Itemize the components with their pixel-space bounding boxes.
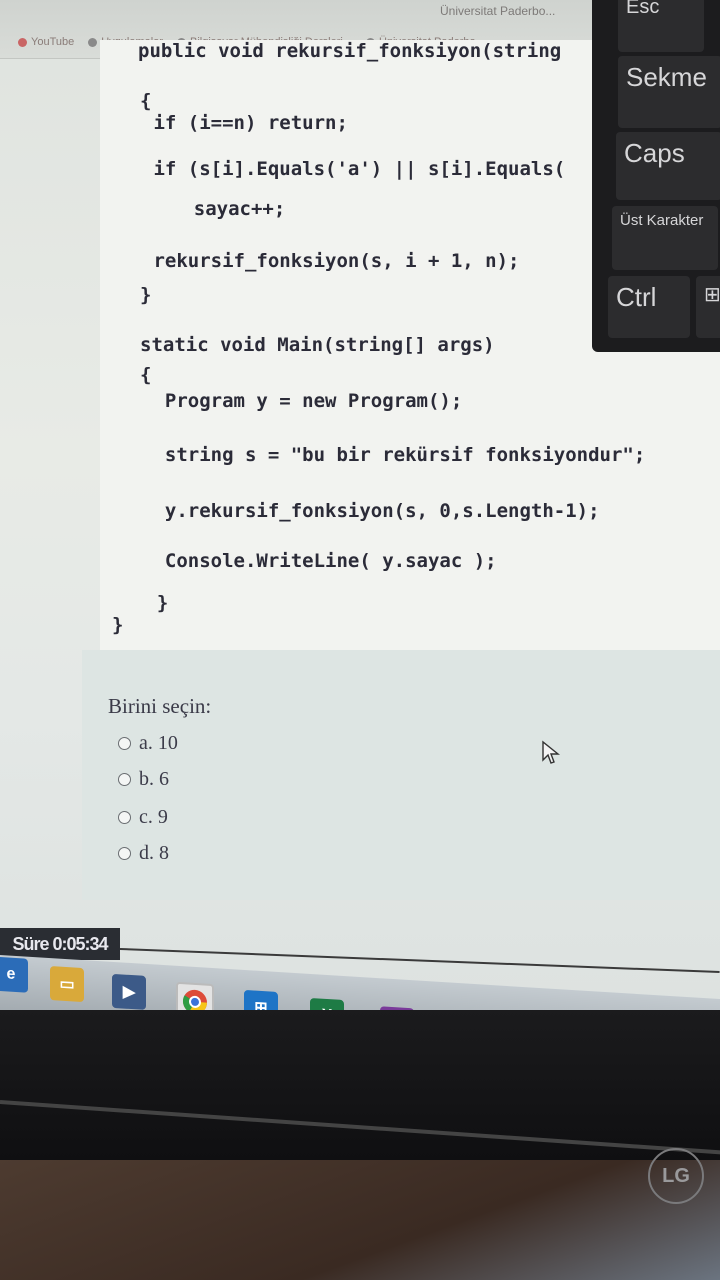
code-line: y.rekursif_fonksiyon(s, 0,s.Length-1); [142, 500, 600, 522]
option-c[interactable]: c. 9 [118, 806, 168, 829]
code-line: string s = "bu bir rekürsif fonksiyondur… [142, 444, 646, 466]
media-player-icon[interactable]: ▶ [112, 973, 146, 1010]
key-shift[interactable]: Üst Karakter [612, 206, 718, 270]
option-label: b. 6 [139, 768, 169, 790]
question-prompt: Birini seçin: [108, 694, 212, 718]
monitor-screen: Üniversitat Paderbo... YouTube Uygulamal… [0, 0, 720, 1010]
chrome-icon[interactable] [176, 981, 214, 1010]
code-line: public void rekursif_fonksiyon(string [138, 40, 562, 62]
code-line: sayac++; [148, 198, 286, 220]
code-block: public void rekursif_fonksiyon(string { … [0, 0, 645, 636]
code-line: rekursif_fonksiyon(s, i + 1, n); [142, 250, 520, 272]
edge-icon[interactable]: e [0, 956, 28, 993]
option-b[interactable]: b. 6 [118, 768, 169, 791]
excel-icon[interactable]: X [310, 997, 344, 1010]
onscreen-keyboard: Esc Sekme Caps Üst Karakter Ctrl ⊞ [592, 0, 720, 352]
key-ctrl[interactable]: Ctrl [608, 276, 690, 338]
option-a[interactable]: a. 10 [118, 732, 178, 755]
code-line: static void Main(string[] args) [140, 334, 495, 356]
code-line: Console.WriteLine( y.sayac ); [142, 550, 497, 572]
mouse-pointer-icon [542, 740, 560, 764]
code-line: } [134, 592, 169, 614]
store-icon[interactable]: ⊞ [244, 989, 278, 1010]
lg-logo: LG [648, 1148, 704, 1204]
code-line: } [112, 614, 124, 636]
key-tab[interactable]: Sekme [618, 56, 720, 128]
code-line: Program y = new Program(); [142, 390, 463, 412]
code-line: if (i==n) return; [142, 112, 348, 134]
key-caps[interactable]: Caps [616, 132, 720, 200]
code-line: { [140, 364, 152, 386]
option-label: c. 9 [139, 806, 168, 828]
key-esc[interactable]: Esc [618, 0, 704, 52]
option-label: d. 8 [139, 842, 169, 864]
windows-key-icon[interactable]: ⊞ [696, 276, 720, 338]
code-line: { [140, 90, 152, 112]
radio-button[interactable] [118, 737, 131, 750]
file-explorer-icon[interactable]: ▭ [50, 966, 84, 1003]
radio-button[interactable] [118, 811, 131, 824]
taskbar: e ▭ ▶ ⊞ X N ⌨ O P W [0, 955, 720, 1010]
browser-tab-label[interactable]: Üniversitat Paderbo... [440, 4, 555, 18]
radio-button[interactable] [118, 773, 131, 786]
radio-button[interactable] [118, 847, 131, 860]
apps-icon [88, 37, 98, 47]
option-d[interactable]: d. 8 [118, 842, 169, 865]
desk-surface [0, 1160, 720, 1280]
code-line: } [140, 284, 152, 306]
answer-panel [82, 650, 720, 900]
option-label: a. 10 [139, 732, 178, 754]
code-line: if (s[i].Equals('a') || s[i].Equals( [142, 158, 566, 180]
